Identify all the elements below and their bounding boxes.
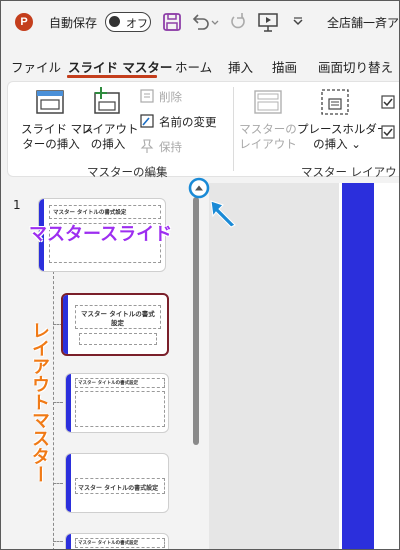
delete-label: 削除 <box>159 90 182 104</box>
content-placeholder <box>75 391 165 427</box>
tab-insert[interactable]: 挿入 <box>228 57 253 76</box>
annotation-layout-master: レイアウトマスター <box>29 321 50 483</box>
autosave-toggle[interactable]: オフ <box>105 12 151 32</box>
thumbnail-title: マスター タイトルの書式設定 <box>53 210 127 216</box>
preserve-pin-icon <box>140 139 154 153</box>
ribbon-tabs: ファイル スライド マスター ホーム 挿入 描画 画面切り替え <box>1 53 399 77</box>
undo-icon[interactable] <box>189 11 211 33</box>
active-tab-indicator <box>67 75 157 78</box>
slide-master-icon <box>36 90 64 114</box>
redo-icon[interactable] <box>227 11 249 33</box>
annotation-master-slide: マスタースライド <box>29 224 173 245</box>
thumbnail-bar <box>66 374 71 432</box>
scrollbar-thumb[interactable] <box>193 197 199 445</box>
insert-slide-master-label-1: スライド マス <box>21 122 94 136</box>
thumbnail-title: マスター タイトルの書式設定 <box>78 541 139 546</box>
thumbnail-bar <box>66 534 71 549</box>
title-checkbox[interactable] <box>381 95 395 109</box>
layout-thumbnail-section[interactable]: マスター タイトルの書式設定 <box>65 453 169 513</box>
tab-transitions[interactable]: 画面切り替え <box>318 57 393 76</box>
subtitle-placeholder <box>79 333 157 345</box>
save-icon[interactable] <box>161 11 183 33</box>
edit-master-group-label: マスターの編集 <box>87 165 168 179</box>
master-layout-label-2: レイアウト <box>239 137 297 151</box>
insert-placeholder-label-2: の挿入 ⌄ <box>313 137 361 151</box>
autosave-state: オフ <box>126 17 148 30</box>
undo-dropdown-icon[interactable] <box>209 11 221 33</box>
powerpoint-window: P 自動保存 オフ 全店舗一斉アン <box>0 0 400 550</box>
customize-toolbar-icon[interactable] <box>287 11 309 33</box>
layout-thumbnail-title[interactable]: マスター タイトルの書式 設定 <box>61 293 169 356</box>
tab-draw[interactable]: 描画 <box>272 57 297 76</box>
scroll-up-button[interactable] <box>188 177 210 199</box>
toggle-knob <box>109 16 120 27</box>
preserve-label: 保持 <box>159 140 182 154</box>
layout-thumbnail-content[interactable]: マスター タイトルの書式設定 <box>65 373 169 433</box>
layout-tree-tick <box>53 483 63 484</box>
layout-tree-tick <box>53 402 63 403</box>
thumbnail-title-line2: 設定 <box>111 319 124 327</box>
slide-blue-bar <box>342 183 374 549</box>
tab-slide-master[interactable]: スライド マスター <box>68 57 172 76</box>
footer-checkbox[interactable] <box>381 125 395 139</box>
powerpoint-logo-icon: P <box>15 13 33 31</box>
layout-tree-line <box>53 271 54 549</box>
title-bar: P 自動保存 オフ 全店舗一斉アン <box>1 1 399 45</box>
layout-tree-tick <box>53 541 63 542</box>
insert-layout-label-1: レイアウト <box>81 122 139 136</box>
document-title: 全店舗一斉アン <box>327 16 399 30</box>
slide-number: 1 <box>13 198 21 212</box>
rename-icon <box>140 114 154 128</box>
delete-icon <box>140 89 154 103</box>
autosave-label: 自動保存 <box>49 16 98 30</box>
insert-slide-master-label-2: ターの挿入 <box>22 137 80 151</box>
master-layout-icon <box>254 90 282 114</box>
insert-layout-icon <box>94 87 120 114</box>
present-from-start-icon[interactable] <box>257 11 279 33</box>
placeholder-icon <box>321 89 349 115</box>
layout-thumbnail-two-content[interactable]: マスター タイトルの書式設定 <box>65 533 169 549</box>
thumbnail-bar <box>63 295 68 354</box>
rename-label: 名前の変更 <box>159 115 217 129</box>
master-layout-label-1: マスターの <box>239 122 297 136</box>
insert-placeholder-label-1: プレースホルダー <box>297 122 389 136</box>
master-layout-group-label: マスター レイアウト <box>301 165 400 179</box>
tab-file[interactable]: ファイル <box>11 57 61 76</box>
thumbnail-title: マスター タイトルの書式設定 <box>78 381 139 386</box>
pointer-arrow-icon <box>210 200 236 228</box>
tab-home[interactable]: ホーム <box>175 57 212 76</box>
thumbnail-bar <box>66 454 71 512</box>
thumbnail-title: マスター タイトルの書式設定 <box>78 485 159 492</box>
ribbon-separator <box>233 87 234 171</box>
insert-layout-label-2: の挿入 <box>90 137 126 151</box>
